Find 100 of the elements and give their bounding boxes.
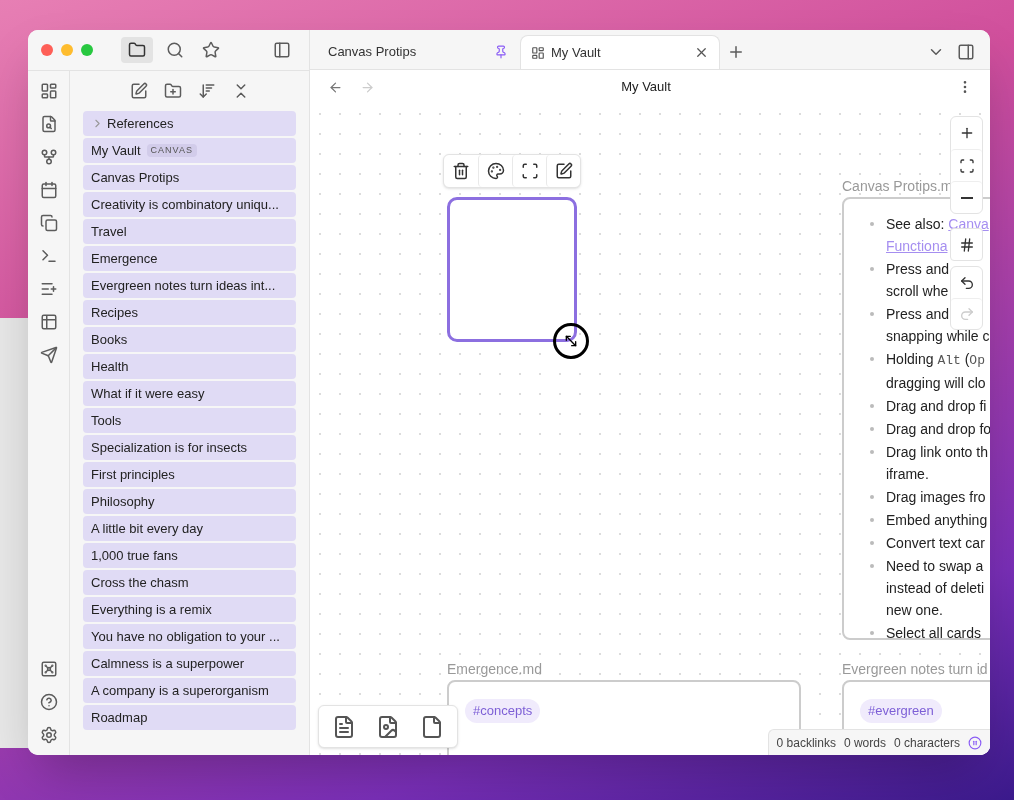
file-tree-item[interactable]: Everything is a remix	[83, 597, 296, 622]
file-name: Everything is a remix	[91, 600, 212, 619]
new-folder-icon	[163, 82, 182, 100]
card-label: Evergreen notes turn id	[842, 660, 988, 679]
file-name: Health	[91, 357, 129, 376]
canvas-icon	[531, 45, 545, 60]
back-icon	[327, 79, 343, 95]
table-icon	[39, 313, 58, 331]
tab-label: Canvas Protips	[328, 43, 418, 62]
status-text: 0 backlinks	[776, 734, 836, 752]
search-icon	[166, 41, 184, 59]
file-tree-item[interactable]: Evergreen notes turn ideas int...	[83, 273, 296, 298]
close-window-button[interactable]	[41, 44, 53, 56]
file-name: A little bit every day	[91, 519, 203, 538]
note-text: Select all cards	[886, 625, 981, 641]
status-text: 0 words	[843, 734, 886, 752]
file-tree-item[interactable]: References	[83, 111, 296, 136]
file-tree-item[interactable]: A little bit every day	[83, 516, 296, 541]
file-name: You have no obligation to your ...	[91, 627, 280, 646]
note-text: Drag link onto th	[886, 444, 988, 460]
files-tab-icon	[128, 41, 146, 59]
view-title: My Vault	[620, 78, 672, 97]
file-tree-item[interactable]: 1,000 true fans	[83, 543, 296, 568]
file-tree-item[interactable]: Tools	[83, 408, 296, 433]
note-text: Press and	[886, 261, 950, 277]
file-tree-item[interactable]: Specialization is for insects	[83, 435, 296, 460]
file-name: Canvas Protips	[91, 168, 180, 187]
file-tree-item[interactable]: Cross the chasm	[83, 570, 296, 595]
file-name: References	[107, 114, 174, 133]
file-tree-item[interactable]: Books	[83, 327, 296, 352]
file-search-icon	[39, 115, 58, 133]
add-note-icon	[332, 714, 356, 739]
bookmarks-icon	[202, 41, 220, 59]
sort-icon	[197, 82, 216, 100]
file-tree-item[interactable]: My Vault CANVAS	[83, 138, 296, 163]
bullet-icon	[870, 427, 874, 431]
file-name: Cross the chasm	[91, 573, 189, 592]
file-tree-item[interactable]: A company is a superorganism	[83, 678, 296, 703]
file-tree-item[interactable]: Philosophy	[83, 489, 296, 514]
note-text: Drag and drop fi	[886, 398, 987, 414]
file-tree-item[interactable]: Calmness is a superpower	[83, 651, 296, 676]
file-name: A company is a superorganism	[91, 681, 269, 700]
bullet-icon	[870, 357, 874, 361]
bullet-icon	[870, 404, 874, 408]
bullet-icon	[870, 518, 874, 522]
toggle-sidebar-icon	[273, 41, 291, 59]
note-text: snapping while c	[886, 328, 990, 344]
tab[interactable]: Canvas Protips	[318, 35, 518, 69]
bullet-icon	[870, 267, 874, 271]
file-name: Calmness is a superpower	[91, 654, 245, 673]
dashboard-icon	[39, 82, 58, 100]
tag[interactable]: #concepts	[465, 699, 541, 723]
tab[interactable]: My Vault	[520, 35, 720, 69]
new-note-icon	[129, 82, 148, 100]
note-text: Holding	[886, 351, 935, 367]
file-tree-item[interactable]: Recipes	[83, 300, 296, 325]
file-tree-item[interactable]: Roadmap	[83, 705, 296, 730]
file-name: Roadmap	[91, 708, 148, 727]
file-tree-item[interactable]: You have no obligation to your ...	[83, 624, 296, 649]
graph-icon	[39, 148, 58, 166]
file-tree-item[interactable]: Emergence	[83, 246, 296, 271]
file-badge: CANVAS	[146, 143, 197, 158]
new-folder-icon[interactable]	[162, 81, 183, 101]
inline-code: Alt	[937, 353, 961, 368]
list-plus-icon	[39, 280, 58, 298]
note-text: dragging will clo	[886, 375, 986, 391]
file-tree-item[interactable]: What if it were easy	[83, 381, 296, 406]
files-tab-button[interactable]	[121, 37, 153, 63]
file-tree-item[interactable]: Creativity is combinatory uniqu...	[83, 192, 296, 217]
calendar-icon	[39, 181, 58, 199]
bullet-icon	[870, 222, 874, 226]
undo-icon	[958, 274, 975, 291]
note-text: new one.	[886, 602, 943, 618]
tab-label: My Vault	[551, 43, 602, 62]
note-text: Drag images fro	[886, 489, 986, 505]
bullet-icon	[870, 312, 874, 316]
note-text: Need to swap a	[886, 558, 984, 574]
file-name: Specialization is for insects	[91, 438, 248, 457]
file-tree-item[interactable]: Travel	[83, 219, 296, 244]
pause-icon	[968, 735, 982, 750]
note-text: (	[963, 351, 970, 367]
new-tab-icon	[727, 43, 745, 61]
note-text: Convert text car	[886, 535, 985, 551]
status-text: 0 characters	[893, 734, 960, 752]
grid-snap-button[interactable]	[950, 228, 983, 261]
note-text: scroll whe	[886, 283, 949, 299]
close-icon	[694, 45, 709, 60]
selected-card[interactable]	[447, 197, 577, 342]
tag[interactable]: #evergreen	[860, 699, 942, 723]
file-name: 1,000 true fans	[91, 546, 178, 565]
file-name: Tools	[91, 411, 122, 430]
file-tree-item[interactable]: Health	[83, 354, 296, 379]
file-tree-item[interactable]: Canvas Protips	[83, 165, 296, 190]
file-name: Recipes	[91, 303, 138, 322]
copy-icon	[39, 214, 58, 232]
card-label: Canvas Protips.m	[842, 177, 953, 196]
note-text: Embed anything	[886, 512, 988, 528]
pin-icon	[494, 45, 508, 59]
file-tree-item[interactable]: First principles	[83, 462, 296, 487]
forward-icon	[359, 79, 375, 95]
